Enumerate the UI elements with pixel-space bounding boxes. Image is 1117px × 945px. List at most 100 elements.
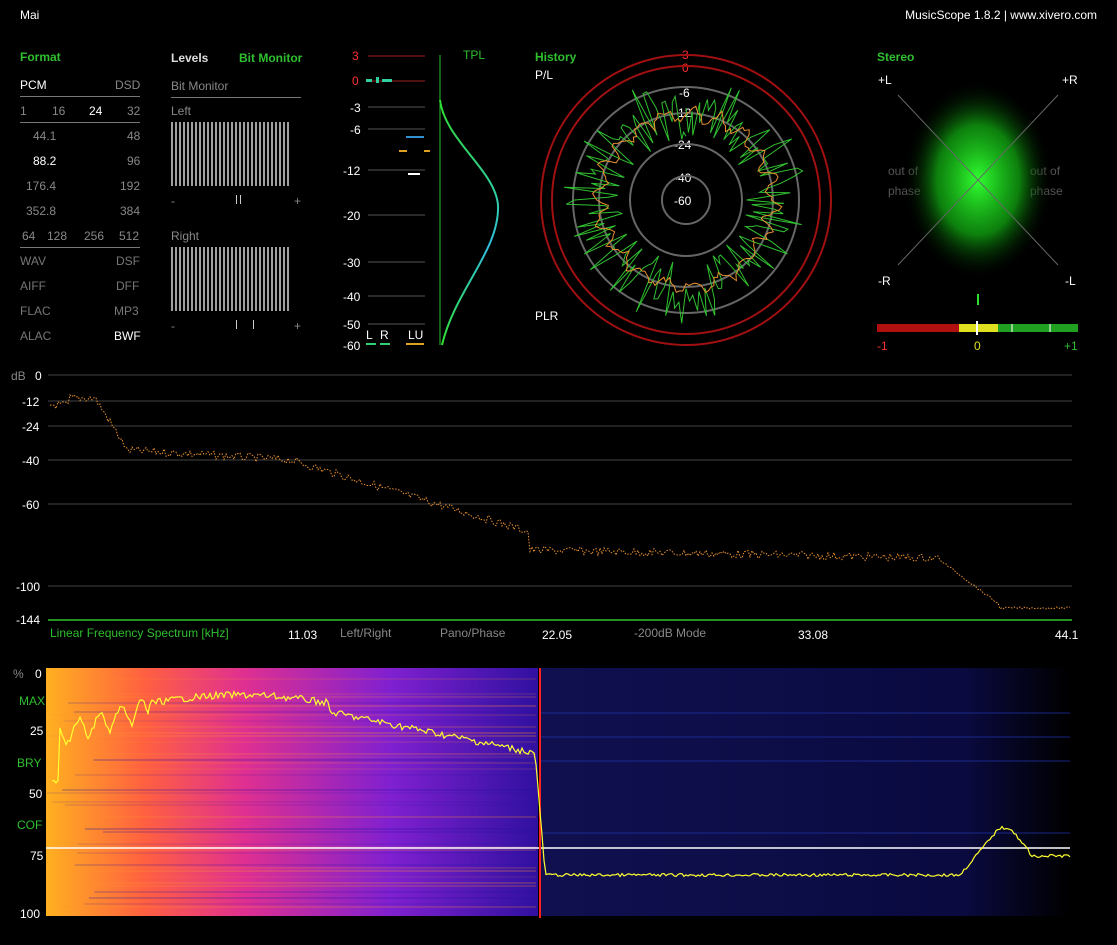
lvl-m12: -12 (343, 164, 361, 178)
dsd-label[interactable]: DSD (115, 78, 140, 92)
sg-pct-label: % (13, 667, 24, 681)
bit-16: 16 (52, 104, 66, 118)
tab-levels[interactable]: Levels (171, 51, 208, 65)
oop-left-2: phase (888, 184, 921, 198)
bit-32: 32 (127, 104, 141, 118)
rate-44: 44.1 (33, 129, 57, 143)
spec-db-60: -60 (22, 498, 40, 512)
track-title: Mai (20, 8, 40, 22)
corr-mid: 0 (974, 339, 981, 353)
dsd-64: 64 (22, 229, 36, 243)
sg-tick-50: 50 (29, 787, 43, 801)
bit-1: 1 (20, 104, 27, 118)
stereo-ml: -L (1065, 274, 1076, 288)
bitmon-right-plus: + (294, 319, 302, 333)
sg-marker-bry: BRY (17, 756, 42, 770)
bitmon-left-plus: + (294, 194, 302, 208)
rate-176: 176.4 (26, 179, 57, 193)
spec-db-label: dB (11, 369, 26, 383)
ring-m40: -40 (674, 171, 692, 185)
fmt-bwf: BWF (114, 329, 141, 343)
stereo-vector (877, 80, 1078, 335)
history-pl: P/L (535, 68, 554, 82)
history-title: History (535, 50, 577, 64)
stereo-title: Stereo (877, 50, 915, 64)
bitmon-left-grid (171, 122, 289, 186)
rate-384: 384 (120, 204, 141, 218)
ring-m24: -24 (674, 138, 692, 152)
lvl-m3: -3 (350, 101, 361, 115)
ring-m12: -12 (674, 106, 692, 120)
fmt-mp3: MP3 (114, 304, 139, 318)
bitmon-right-grid (171, 247, 289, 311)
bitmon-title: Bit Monitor (171, 79, 229, 93)
lvl-r: R (380, 328, 389, 342)
dsd-256: 256 (84, 229, 105, 243)
fmt-aiff: AIFF (20, 279, 46, 293)
graphics-layer (46, 54, 1078, 918)
lvl-m20: -20 (343, 209, 361, 223)
rate-88: 88.2 (33, 154, 57, 168)
lvl-m30: -30 (343, 256, 361, 270)
spec-db-12: -12 (22, 395, 40, 409)
mode-left-right[interactable]: Left/Right (340, 626, 391, 640)
fmt-alac: ALAC (20, 329, 52, 343)
mode-pano-phase[interactable]: Pano/Phase (440, 626, 505, 640)
khz-33: 33.08 (798, 628, 829, 642)
khz-22: 22.05 (542, 628, 573, 642)
spec-db-144: -144 (16, 613, 41, 627)
rate-352: 352.8 (26, 204, 57, 218)
khz-44: 44.1 (1055, 628, 1079, 642)
ring-3: 3 (682, 48, 689, 62)
rate-48: 48 (127, 129, 141, 143)
fmt-flac: FLAC (20, 304, 51, 318)
format-title: Format (20, 50, 61, 64)
oop-right-2: phase (1030, 184, 1063, 198)
pcm-label[interactable]: PCM (20, 78, 47, 92)
spec-db-0: 0 (35, 369, 42, 383)
rate-192: 192 (120, 179, 141, 193)
bitmon-right-minus: - (171, 319, 175, 333)
lvl-m60: -60 (343, 339, 361, 353)
sg-marker-cof: COF (17, 818, 43, 832)
bitmon-right-label: Right (171, 229, 200, 243)
spec-db-40: -40 (22, 454, 40, 468)
rate-96: 96 (127, 154, 141, 168)
oop-left-1: out of (888, 164, 919, 178)
bitmon-left-label: Left (171, 104, 192, 118)
tab-bit-monitor[interactable]: Bit Monitor (239, 51, 302, 65)
spectrum-title[interactable]: Linear Frequency Spectrum [kHz] (50, 626, 229, 640)
sg-tick-0: 0 (35, 667, 42, 681)
mode-200db[interactable]: -200dB Mode (634, 626, 706, 640)
dsd-512: 512 (119, 229, 140, 243)
sg-tick-25: 25 (30, 724, 44, 738)
bitmon-left-minus: - (171, 194, 175, 208)
corr-max: +1 (1064, 339, 1078, 353)
sg-tick-100: 100 (20, 907, 41, 921)
sg-tick-75: 75 (30, 849, 44, 863)
ring-m60: -60 (674, 194, 692, 208)
corr-min: -1 (877, 339, 888, 353)
spec-db-24: -24 (22, 420, 40, 434)
fmt-wav: WAV (20, 254, 46, 268)
oop-right-1: out of (1030, 164, 1061, 178)
history-plr: PLR (535, 309, 559, 323)
lvl-m40: -40 (343, 290, 361, 304)
stereo-pl: +L (878, 73, 892, 87)
lvl-m50: -50 (343, 318, 361, 332)
dsd-128: 128 (47, 229, 68, 243)
spec-db-100: -100 (16, 580, 41, 594)
lvl-0: 0 (352, 74, 359, 88)
lvl-lu: LU (408, 328, 424, 342)
tpl-label: TPL (463, 48, 486, 62)
sg-marker-max: MAX (19, 694, 46, 708)
fmt-dsf: DSF (116, 254, 140, 268)
stereo-pr: +R (1062, 73, 1078, 87)
khz-11: 11.03 (288, 628, 318, 642)
lvl-m6: -6 (350, 123, 361, 137)
app-title: MusicScope 1.8.2 | www.xivero.com (905, 8, 1097, 22)
ring-0: 0 (682, 61, 689, 75)
fmt-dff: DFF (116, 279, 140, 293)
bit-24: 24 (89, 104, 103, 118)
stereo-mr: -R (878, 274, 891, 288)
